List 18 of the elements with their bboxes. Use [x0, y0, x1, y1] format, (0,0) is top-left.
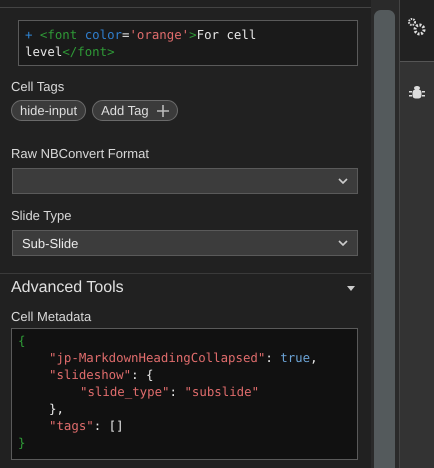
section-label: Raw NBConvert Format	[11, 146, 150, 161]
bug-icon	[409, 84, 425, 100]
caret-icon[interactable]	[347, 286, 355, 290]
section-header: Advanced Tools	[11, 279, 124, 297]
add-tag-button[interactable]: Add Tag	[92, 100, 178, 121]
chevron-down-icon	[338, 178, 348, 184]
section-label: Cell Tags	[11, 79, 66, 94]
sidebar-tab[interactable]	[400, 0, 434, 61]
markdown-preview: + <font color='orange'>For cell level</font>	[18, 20, 358, 66]
chevron-down-icon	[338, 240, 348, 246]
gears-icon	[408, 18, 426, 36]
metadata-editor[interactable]: { "jp-MarkdownHeadingCollapsed": true, "slideshow": { "slide_type": "subslide" }, "tags": [] }	[11, 328, 358, 460]
tag-chip[interactable]: hide-input	[11, 100, 86, 121]
section-label: Cell Metadata	[11, 309, 92, 324]
section-label: Slide Type	[11, 208, 72, 223]
plus-icon	[156, 104, 169, 116]
slide-type-dropdown[interactable]: Sub-Slide	[12, 230, 358, 256]
scrollbar-thumb[interactable]	[374, 10, 395, 468]
